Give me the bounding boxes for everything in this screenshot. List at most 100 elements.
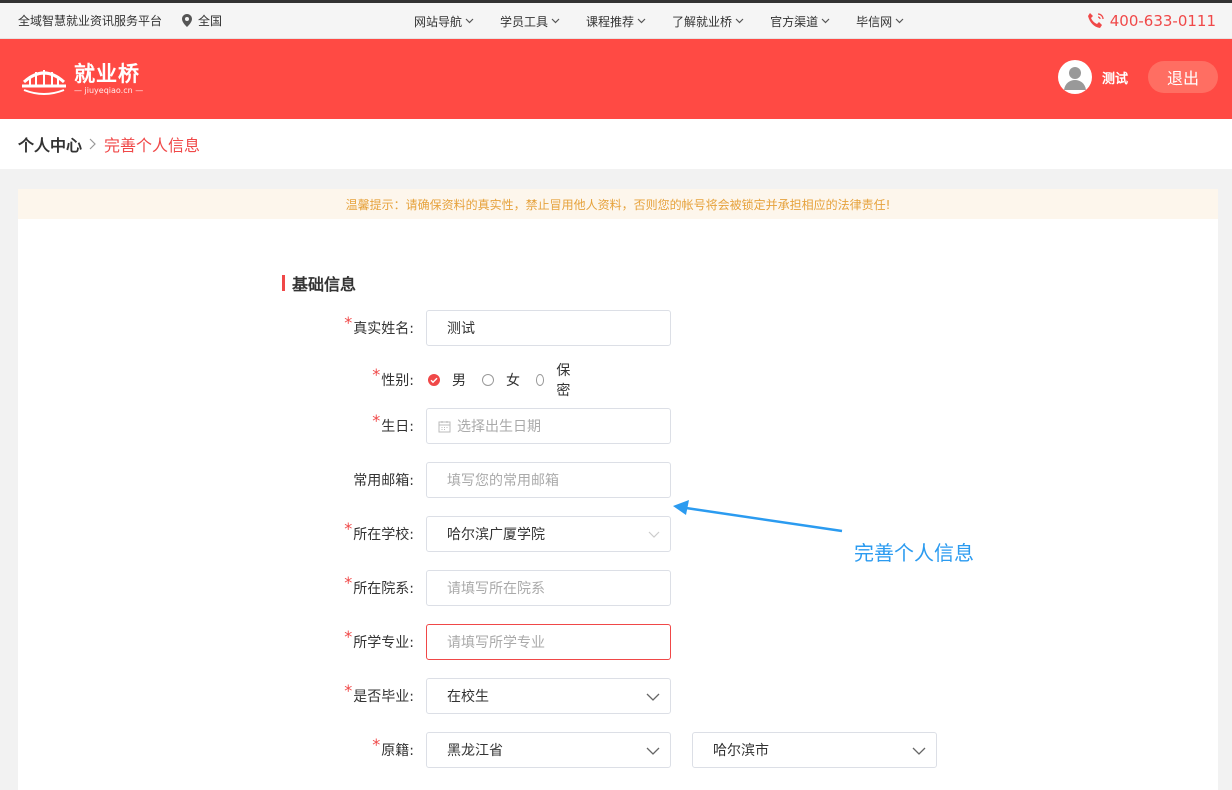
breadcrumb-home[interactable]: 个人中心	[18, 132, 82, 156]
phone-icon	[1087, 13, 1104, 28]
required-mark: *	[344, 313, 353, 332]
field-label-text: 性别:	[381, 373, 414, 389]
field-label-department: *所在院系:	[338, 573, 414, 598]
logout-button[interactable]: 退出	[1148, 61, 1218, 93]
field-label-text: 所学专业:	[353, 635, 414, 651]
birthday-placeholder: 选择出生日期	[457, 419, 541, 435]
chevron-down-icon	[465, 18, 474, 24]
required-mark: *	[372, 735, 381, 754]
breadcrumb: 个人中心 完善个人信息	[0, 119, 1232, 169]
location-pin-icon	[182, 14, 193, 27]
field-label-email: 常用邮箱:	[338, 470, 414, 490]
site-logo[interactable]: 就业桥 — jiuyeqiao.cn —	[20, 60, 143, 98]
main-header: 就业桥 — jiuyeqiao.cn — 测试 退出	[0, 39, 1232, 119]
field-label-origin: *原籍:	[338, 735, 414, 760]
radio-checked-icon	[428, 374, 440, 386]
top-nav-label: 毕信网	[856, 14, 893, 29]
logo-text: 就业桥	[74, 62, 140, 86]
top-nav-label: 课程推荐	[586, 14, 635, 29]
school-select[interactable]: 哈尔滨广厦学院	[426, 516, 671, 552]
radio-label: 女	[506, 373, 520, 389]
required-mark: *	[344, 573, 353, 592]
logo-bridge-icon	[22, 70, 66, 95]
chevron-down-icon	[646, 747, 660, 755]
field-label-major: *所学专业:	[338, 627, 414, 652]
required-mark: *	[344, 681, 353, 700]
chevron-down-icon	[821, 18, 830, 24]
field-label-text: 原籍:	[381, 743, 414, 759]
radio-label: 男	[452, 373, 466, 389]
top-nav-item-bixin[interactable]: 毕信网	[856, 13, 904, 30]
platform-name: 全域智慧就业资讯服务平台	[18, 14, 163, 28]
gender-radio-secret[interactable]: 保密	[536, 360, 574, 400]
gender-radio-male[interactable]: 男	[428, 370, 466, 390]
annotation-label: 完善个人信息	[854, 541, 974, 565]
top-bar: 全域智慧就业资讯服务平台 全国 网站导航 学员工具 课程推荐 了解就业桥 官方渠…	[0, 3, 1232, 39]
top-nav-item-site-nav[interactable]: 网站导航	[414, 13, 474, 30]
hotline-number: 400-633-0111	[1109, 12, 1216, 30]
chevron-down-icon	[551, 18, 560, 24]
radio-unchecked-icon	[482, 374, 494, 386]
graduated-select[interactable]: 在校生	[426, 678, 671, 714]
user-avatar-icon	[1063, 67, 1086, 90]
department-input[interactable]: 请填写所在院系	[426, 570, 671, 606]
field-label-graduated: *是否毕业:	[338, 681, 414, 706]
gender-radio-group: 男 女 保密	[428, 360, 590, 400]
top-nav-item-official-channels[interactable]: 官方渠道	[770, 13, 830, 30]
gender-radio-female[interactable]: 女	[482, 370, 520, 390]
required-mark: *	[344, 627, 353, 646]
chevron-down-icon	[648, 531, 660, 538]
field-label-text: 所在院系:	[353, 581, 414, 597]
field-label-text: 生日:	[381, 419, 414, 435]
school-value: 哈尔滨广厦学院	[447, 527, 545, 543]
top-nav-label: 学员工具	[500, 14, 549, 29]
radio-label: 保密	[556, 363, 571, 399]
user-area: 测试 退出	[1057, 60, 1218, 94]
top-nav-label: 官方渠道	[770, 14, 819, 29]
profile-form-card: 温馨提示：请确保资料的真实性，禁止冒用他人资料，否则您的帐号将会被锁定并承担相应…	[18, 189, 1218, 790]
top-nav-item-student-tools[interactable]: 学员工具	[500, 13, 560, 30]
province-select[interactable]: 黑龙江省	[426, 732, 671, 768]
city-value: 哈尔滨市	[713, 743, 769, 759]
radio-unchecked-icon	[536, 374, 545, 386]
section-title-bar	[282, 275, 285, 291]
chevron-down-icon	[895, 18, 904, 24]
notice-banner: 温馨提示：请确保资料的真实性，禁止冒用他人资料，否则您的帐号将会被锁定并承担相应…	[18, 189, 1218, 219]
top-nav-label: 网站导航	[414, 14, 463, 29]
chevron-down-icon	[637, 18, 646, 24]
top-nav: 网站导航 学员工具 课程推荐 了解就业桥 官方渠道 毕信网	[414, 3, 930, 39]
chevron-down-icon	[912, 747, 926, 755]
city-select[interactable]: 哈尔滨市	[692, 732, 937, 768]
field-label-gender: *性别:	[338, 365, 414, 390]
field-label-text: 所在学校:	[353, 527, 414, 543]
province-value: 黑龙江省	[447, 743, 503, 759]
field-label-text: 是否毕业:	[353, 689, 414, 705]
field-label-name: *真实姓名:	[338, 313, 414, 338]
name-input[interactable]: 测试	[426, 310, 671, 346]
chevron-down-icon	[735, 18, 744, 24]
graduated-value: 在校生	[447, 689, 489, 705]
chevron-down-icon	[646, 693, 660, 701]
calendar-icon	[438, 420, 451, 432]
section-title-text: 基础信息	[292, 275, 357, 294]
avatar[interactable]	[1057, 60, 1092, 94]
top-nav-item-courses[interactable]: 课程推荐	[586, 13, 646, 30]
field-label-school: *所在学校:	[338, 519, 414, 544]
top-nav-label: 了解就业桥	[672, 14, 733, 29]
required-mark: *	[344, 519, 353, 538]
field-label-text: 常用邮箱:	[353, 473, 414, 489]
chevron-right-icon	[89, 138, 97, 150]
field-label-text: 真实姓名:	[353, 321, 414, 337]
top-nav-item-about[interactable]: 了解就业桥	[672, 13, 744, 30]
region-selector[interactable]: 全国	[182, 12, 222, 29]
major-input[interactable]: 请填写所学专业	[426, 624, 671, 660]
username[interactable]: 测试	[1102, 68, 1128, 87]
birthday-datepicker[interactable]: 选择出生日期	[426, 408, 671, 444]
required-mark: *	[372, 365, 381, 384]
region-label: 全国	[198, 14, 223, 28]
required-mark: *	[372, 411, 381, 430]
field-label-birthday: *生日:	[338, 411, 414, 436]
hotline: 400-633-0111	[1086, 3, 1216, 39]
email-field[interactable]: 填写您的常用邮箱	[426, 462, 671, 498]
breadcrumb-current: 完善个人信息	[104, 136, 201, 155]
